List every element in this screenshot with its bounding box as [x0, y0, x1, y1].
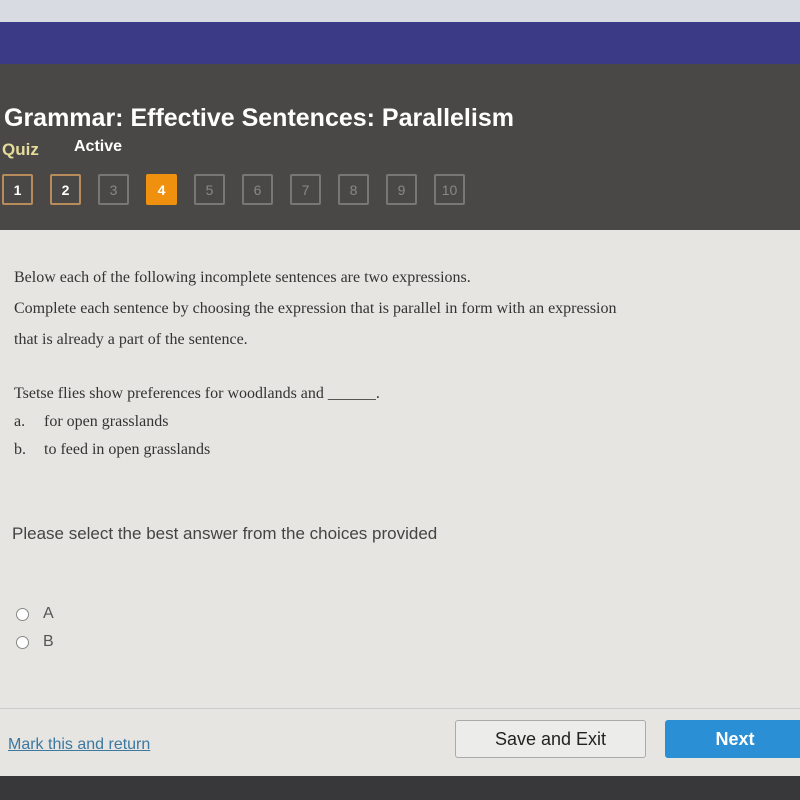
top-band	[0, 22, 800, 64]
page-title: Grammar: Effective Sentences: Parallelis…	[4, 104, 514, 132]
radio-icon[interactable]	[16, 635, 29, 649]
question-nav-3[interactable]: 3	[98, 174, 129, 205]
question-nav-4[interactable]: 4	[146, 174, 177, 205]
question-nav-5[interactable]: 5	[194, 174, 225, 205]
option-a: a. for open grasslands	[14, 413, 169, 430]
instruction-line: Below each of the following incomplete s…	[14, 269, 471, 286]
question-nav-9[interactable]: 9	[386, 174, 417, 205]
top-strip	[0, 0, 800, 22]
next-button[interactable]: Next	[665, 720, 800, 758]
footer: Mark this and return Save and Exit Next	[0, 708, 800, 776]
instruction-line: that is already a part of the sentence.	[14, 331, 248, 348]
question-nav-7[interactable]: 7	[290, 174, 321, 205]
answer-prompt: Please select the best answer from the c…	[12, 524, 438, 543]
radio-icon[interactable]	[16, 607, 29, 621]
activity-type: Quiz	[2, 140, 39, 159]
question: Tsetse flies show preferences for woodla…	[14, 380, 380, 464]
answer-choices: A B	[16, 600, 54, 656]
screen-bezel	[0, 776, 800, 800]
save-and-exit-button[interactable]: Save and Exit	[455, 720, 646, 758]
instructions: Below each of the following incomplete s…	[14, 262, 617, 355]
quiz-header: Grammar: Effective Sentences: Parallelis…	[0, 64, 800, 230]
mark-and-return-link[interactable]: Mark this and return	[8, 736, 150, 754]
instruction-line: Complete each sentence by choosing the e…	[14, 300, 617, 317]
option-b: b. to feed in open grasslands	[14, 441, 211, 458]
question-nav-1[interactable]: 1	[2, 174, 33, 205]
status-label: Active	[74, 138, 123, 155]
answer-radio-a[interactable]: A	[16, 600, 54, 628]
question-nav-6[interactable]: 6	[242, 174, 273, 205]
question-nav: 1 2 3 4 5 6 7 8 9 10	[2, 174, 465, 205]
question-nav-8[interactable]: 8	[338, 174, 369, 205]
question-stem: Tsetse flies show preferences for woodla…	[14, 385, 380, 402]
answer-radio-b[interactable]: B	[16, 628, 54, 656]
question-nav-10[interactable]: 10	[434, 174, 465, 205]
question-nav-2[interactable]: 2	[50, 174, 81, 205]
